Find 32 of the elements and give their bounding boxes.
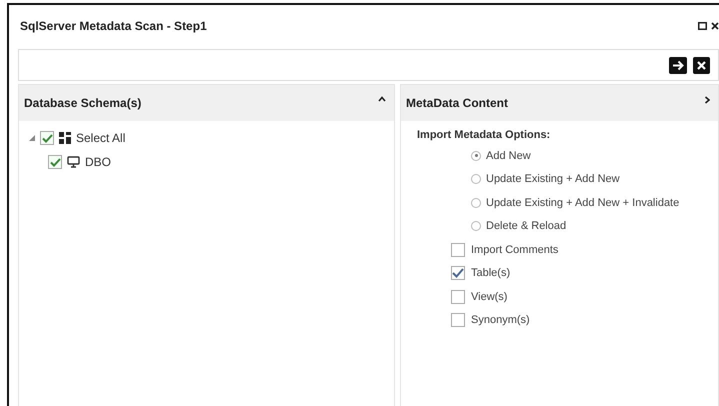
checkbox-label[interactable]: Synonym(s) (471, 314, 530, 326)
checkbox-label[interactable]: View(s) (471, 290, 508, 303)
checkbox-label[interactable]: Import Comments (471, 244, 558, 256)
checkbox-label[interactable]: Table(s) (471, 267, 510, 280)
checkbox[interactable] (451, 290, 465, 304)
monitor-icon (67, 156, 80, 168)
radio-button[interactable] (471, 150, 481, 161)
panel-title: MetaData Content (406, 96, 508, 110)
panel-title: Database Schema(s) (24, 96, 142, 110)
radio-button[interactable] (471, 198, 481, 208)
option-label[interactable]: Update Existing + Add New (486, 173, 620, 186)
checkbox[interactable] (451, 313, 465, 328)
section-label: Import Metadata Options: (417, 129, 552, 141)
option-label[interactable]: Add New (486, 150, 531, 162)
window-title: SqlServer Metadata Scan - Step1 (20, 19, 207, 33)
tree-item[interactable]: DBO (85, 155, 112, 169)
radio-button[interactable] (471, 174, 481, 184)
checkbox[interactable] (40, 131, 54, 145)
expand-icon[interactable] (704, 96, 710, 104)
checkbox[interactable] (451, 242, 465, 257)
option-label[interactable]: Delete & Reload (486, 220, 566, 232)
next-icon[interactable] (669, 56, 687, 74)
option-label[interactable]: Update Existing + Add New + Invalidate (486, 196, 680, 209)
close-icon[interactable] (711, 22, 719, 30)
checkbox[interactable] (48, 155, 62, 169)
collapse-icon[interactable] (378, 96, 386, 102)
tree-item[interactable]: Select All (76, 131, 126, 145)
maximize-icon[interactable] (698, 22, 707, 30)
close-icon[interactable] (693, 56, 710, 74)
checkbox[interactable] (451, 266, 465, 280)
grid-icon (59, 132, 71, 144)
radio-button[interactable] (471, 221, 481, 232)
